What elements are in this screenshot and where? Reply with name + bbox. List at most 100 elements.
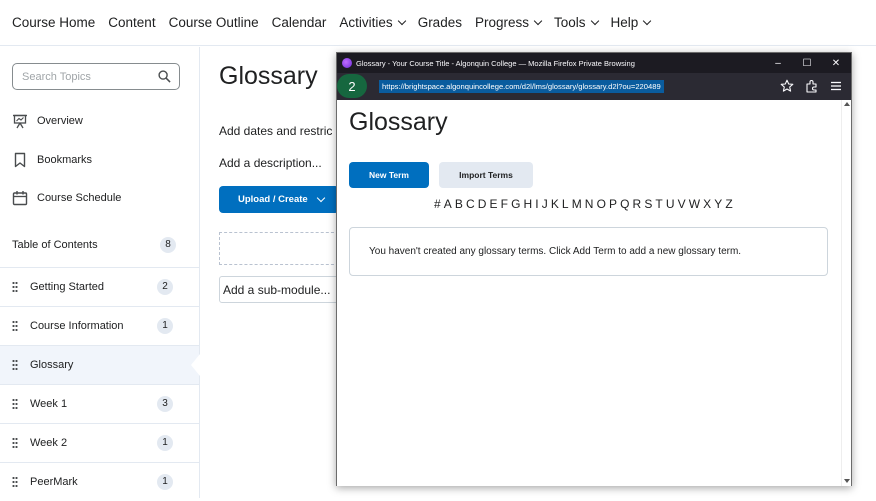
sidebar-bookmarks-link[interactable]: Bookmarks — [12, 152, 92, 168]
module-count-badge: 2 — [157, 279, 173, 295]
alphabet-letter-link[interactable]: B — [455, 197, 463, 211]
alphabet-letter-link[interactable]: E — [490, 197, 498, 211]
alphabet-letter-link[interactable]: R — [633, 197, 642, 211]
nav-label: Tools — [554, 15, 586, 30]
chevron-down-icon — [397, 16, 406, 25]
nav-label: Calendar — [271, 15, 327, 30]
table-of-contents-header[interactable]: Table of Contents 8 — [12, 237, 176, 253]
import-terms-button[interactable]: Import Terms — [439, 162, 533, 188]
star-bookmark-icon[interactable] — [780, 79, 794, 93]
new-term-button[interactable]: New Term — [349, 162, 429, 188]
alphabet-letter-link[interactable]: Y — [714, 197, 722, 211]
alphabet-letter-link[interactable]: T — [655, 197, 662, 211]
alphabet-letter-link[interactable]: O — [597, 197, 606, 211]
nav-progress-menu[interactable]: Progress — [474, 15, 543, 30]
url-toolbar: https://brightspace.algonquincollege.com… — [337, 73, 851, 100]
sidebar-course-schedule-link[interactable]: Course Schedule — [12, 190, 121, 206]
nav-course-home[interactable]: Course Home — [12, 15, 95, 30]
upload-create-button[interactable]: Upload / Create — [219, 186, 339, 213]
nav-help-menu[interactable]: Help — [610, 15, 652, 30]
nav-label: Help — [610, 15, 639, 30]
drag-handle-icon[interactable] — [12, 359, 18, 371]
alphabet-letter-link[interactable]: L — [562, 197, 569, 211]
close-window-button[interactable]: ✕ — [822, 53, 850, 73]
alphabet-letter-link[interactable]: Q — [620, 197, 629, 211]
toc-label: Table of Contents — [12, 239, 98, 251]
alphabet-letter-link[interactable]: N — [585, 197, 594, 211]
alphabet-filter: # A B C D E F G H I J K L M N O P Q R S T U V W X Y Z — [434, 197, 736, 211]
module-label: Course Information — [30, 320, 124, 332]
nav-calendar[interactable]: Calendar — [272, 15, 327, 30]
alphabet-letter-link[interactable]: G — [511, 197, 520, 211]
alphabet-letter-link[interactable]: I — [535, 197, 538, 211]
alphabet-letter-link[interactable]: K — [551, 197, 559, 211]
module-peermark[interactable]: PeerMark 1 — [0, 462, 199, 501]
search-icon[interactable] — [158, 70, 171, 83]
address-bar[interactable]: https://brightspace.algonquincollege.com… — [367, 78, 767, 94]
nav-label: Course Outline — [168, 15, 259, 30]
scroll-up-arrow-icon[interactable] — [844, 102, 850, 106]
page-title: Glossary — [219, 62, 318, 90]
nav-content[interactable]: Content — [108, 15, 155, 30]
alphabet-letter-link[interactable]: D — [478, 197, 487, 211]
alphabet-letter-link[interactable]: F — [501, 197, 508, 211]
scroll-down-arrow-icon[interactable] — [844, 479, 850, 483]
drag-handle-icon[interactable] — [12, 398, 18, 410]
drag-handle-icon[interactable] — [12, 476, 18, 488]
add-submodule-field[interactable]: Add a sub-module... — [219, 276, 339, 303]
sidebar-overview-link[interactable]: Overview — [12, 113, 83, 129]
drag-handle-icon[interactable] — [12, 281, 18, 293]
module-count-badge: 1 — [157, 474, 173, 490]
add-dates-link[interactable]: Add dates and restric — [219, 124, 332, 138]
extensions-icon[interactable] — [805, 79, 819, 93]
module-label: PeerMark — [30, 476, 78, 488]
alphabet-letter-link[interactable]: U — [666, 197, 675, 211]
drag-handle-icon[interactable] — [12, 320, 18, 332]
nav-label: Activities — [339, 15, 393, 30]
alphabet-letter-link[interactable]: M — [572, 197, 582, 211]
alphabet-letter-link[interactable]: H — [524, 197, 533, 211]
module-label: Getting Started — [30, 281, 104, 293]
alphabet-letter-link[interactable]: C — [466, 197, 475, 211]
drop-zone[interactable] — [219, 232, 339, 265]
nav-activities-menu[interactable]: Activities — [339, 15, 406, 30]
search-topics-box — [12, 63, 180, 90]
drag-handle-icon[interactable] — [12, 437, 18, 449]
nav-label: Progress — [474, 15, 529, 30]
module-glossary[interactable]: Glossary — [0, 345, 200, 384]
alphabet-letter-link[interactable]: S — [644, 197, 652, 211]
alphabet-letter-link[interactable]: J — [542, 197, 548, 211]
module-week-1[interactable]: Week 1 3 — [0, 384, 199, 423]
nav-label: Grades — [417, 15, 462, 30]
firefox-window: Glossary - Your Course Title - Algonquin… — [336, 52, 852, 486]
course-navbar: Course Home Content Course Outline Calen… — [0, 0, 876, 46]
module-week-2[interactable]: Week 2 1 — [0, 423, 199, 462]
nav-course-outline[interactable]: Course Outline — [169, 15, 259, 30]
add-description-field[interactable]: Add a description... — [219, 156, 322, 170]
presentation-icon — [13, 114, 27, 129]
module-count-badge: 3 — [157, 396, 173, 412]
sidebar-link-label: Overview — [37, 115, 83, 127]
module-getting-started[interactable]: Getting Started 2 — [0, 267, 199, 306]
alphabet-letter-link[interactable]: P — [609, 197, 617, 211]
maximize-button[interactable]: ☐ — [793, 53, 821, 73]
alphabet-letter-link[interactable]: A — [444, 197, 452, 211]
alphabet-letter-link[interactable]: V — [678, 197, 686, 211]
minimize-button[interactable]: – — [764, 53, 792, 73]
nav-grades[interactable]: Grades — [418, 15, 462, 30]
calendar-icon — [12, 191, 28, 206]
nav-tools-menu[interactable]: Tools — [554, 15, 599, 30]
alphabet-letter-link[interactable]: W — [689, 197, 700, 211]
alphabet-letter-link[interactable]: Z — [725, 197, 732, 211]
content-sidebar: Overview Bookmarks Course Schedule Table… — [0, 47, 200, 498]
hamburger-menu-icon[interactable] — [829, 79, 843, 93]
alphabet-letter-link[interactable]: # — [434, 197, 441, 211]
vertical-scrollbar[interactable] — [841, 100, 851, 486]
module-course-information[interactable]: Course Information 1 — [0, 306, 199, 345]
url-text[interactable]: https://brightspace.algonquincollege.com… — [379, 79, 664, 93]
alphabet-letter-link[interactable]: X — [703, 197, 711, 211]
search-topics-input[interactable] — [13, 64, 143, 89]
module-label: Glossary — [30, 359, 74, 371]
module-count-badge: 1 — [157, 435, 173, 451]
glossary-title: Glossary — [349, 108, 448, 136]
